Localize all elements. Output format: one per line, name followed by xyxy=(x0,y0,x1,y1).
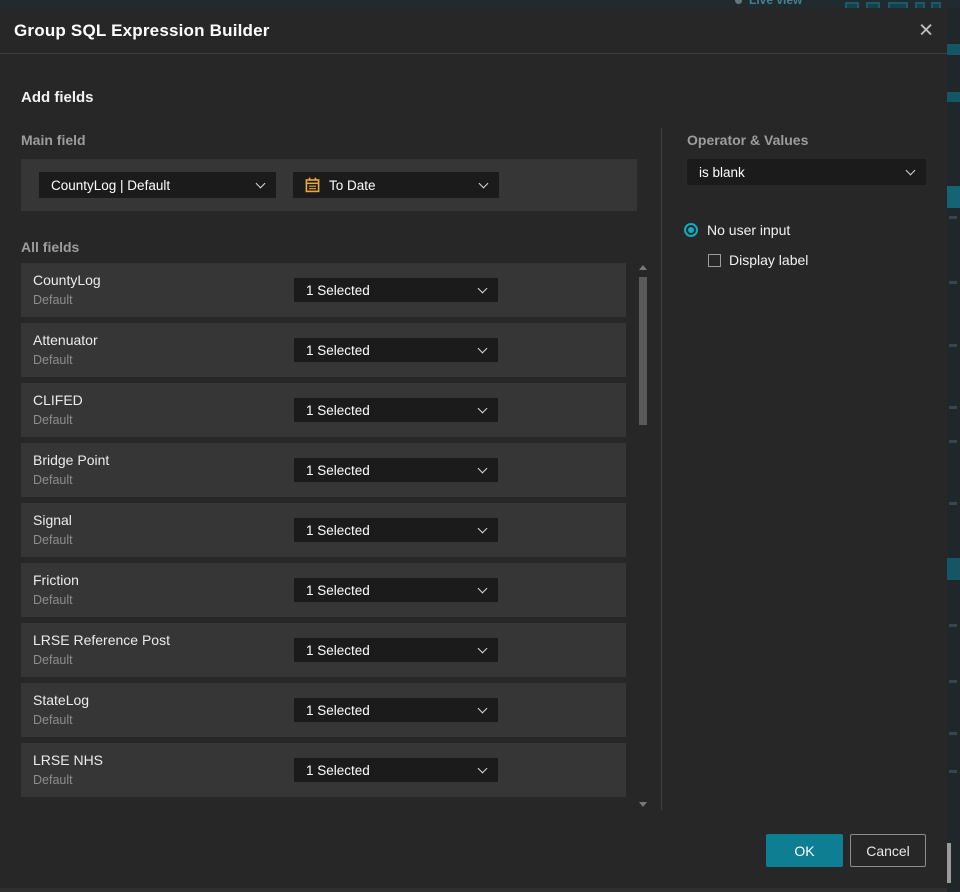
field-subtitle: Default xyxy=(33,593,73,607)
dialog-titlebar: Group SQL Expression Builder ✕ xyxy=(0,8,947,54)
chevron-down-icon xyxy=(255,178,266,188)
field-name: Friction xyxy=(33,572,79,588)
scrollbar-up-arrow-icon[interactable] xyxy=(639,265,647,270)
field-subtitle: Default xyxy=(33,473,73,487)
field-name: LRSE NHS xyxy=(33,752,104,768)
calendar-icon xyxy=(305,177,320,193)
live-view-dot-icon xyxy=(735,0,742,4)
all-fields-list: CountyLog Default 1 Selected Attenuator … xyxy=(21,263,626,797)
field-subtitle: Default xyxy=(33,653,73,667)
field-name: Attenuator xyxy=(33,332,98,348)
field-selection-value: 1 Selected xyxy=(306,702,370,718)
chevron-down-icon xyxy=(477,523,488,533)
field-row: CLIFED Default 1 Selected xyxy=(21,383,626,437)
chevron-down-icon xyxy=(477,763,488,773)
field-selection-dropdown[interactable]: 1 Selected xyxy=(294,338,498,362)
scrollbar-thumb[interactable] xyxy=(639,277,647,425)
live-view-indicator: Live view xyxy=(735,0,802,7)
field-row: Signal Default 1 Selected xyxy=(21,503,626,557)
field-selection-dropdown[interactable]: 1 Selected xyxy=(294,278,498,302)
field-selection-value: 1 Selected xyxy=(306,462,370,478)
field-subtitle: Default xyxy=(33,413,73,427)
main-field-dropdown-value: CountyLog | Default xyxy=(51,177,171,193)
group-sql-expression-builder-dialog: Group SQL Expression Builder ✕ Add field… xyxy=(0,8,947,892)
scrollbar-down-arrow-icon[interactable] xyxy=(639,802,647,807)
background-fragment xyxy=(947,44,960,55)
field-name: CLIFED xyxy=(33,392,83,408)
live-view-label: Live view xyxy=(749,0,803,7)
no-user-input-radio[interactable]: No user input xyxy=(684,222,790,238)
main-field-dropdown[interactable]: CountyLog | Default xyxy=(39,172,276,198)
chevron-down-icon xyxy=(905,165,916,175)
checkbox-unchecked-icon xyxy=(708,253,721,267)
field-row: LRSE Reference Post Default 1 Selected xyxy=(21,623,626,677)
panel-divider xyxy=(661,128,662,810)
field-selection-dropdown[interactable]: 1 Selected xyxy=(294,458,498,482)
field-selection-value: 1 Selected xyxy=(306,522,370,538)
field-selection-value: 1 Selected xyxy=(306,282,370,298)
field-selection-dropdown[interactable]: 1 Selected xyxy=(294,578,498,602)
fields-list-scrollbar[interactable] xyxy=(637,263,649,809)
field-selection-value: 1 Selected xyxy=(306,642,370,658)
radio-selected-icon xyxy=(684,223,698,237)
no-user-input-label: No user input xyxy=(707,222,791,238)
screen: Live view Group SQL Expression Builder ✕… xyxy=(0,0,960,892)
chevron-down-icon xyxy=(477,703,488,713)
background-fragment xyxy=(947,92,960,102)
ok-button[interactable]: OK xyxy=(766,834,843,867)
operator-values-label: Operator & Values xyxy=(687,132,809,148)
operator-dropdown[interactable]: is blank xyxy=(687,159,926,185)
all-fields-label: All fields xyxy=(21,239,80,255)
field-row: Bridge Point Default 1 Selected xyxy=(21,443,626,497)
section-title-add-fields: Add fields xyxy=(21,89,94,106)
chevron-down-icon xyxy=(478,178,489,188)
cancel-button[interactable]: Cancel xyxy=(850,834,926,867)
field-subtitle: Default xyxy=(33,533,73,547)
field-name: StateLog xyxy=(33,692,90,708)
background-app-right-strip xyxy=(947,8,960,892)
display-label-checkbox[interactable]: Display label xyxy=(708,252,808,268)
field-name: Signal xyxy=(33,512,72,528)
field-row: StateLog Default 1 Selected xyxy=(21,683,626,737)
field-selection-dropdown[interactable]: 1 Selected xyxy=(294,638,498,662)
field-name: CountyLog xyxy=(33,272,101,288)
field-selection-dropdown[interactable]: 1 Selected xyxy=(294,398,498,422)
field-selection-value: 1 Selected xyxy=(306,342,370,358)
background-fragment xyxy=(947,558,960,580)
close-icon[interactable]: ✕ xyxy=(918,21,934,40)
field-row: LRSE NHS Default 1 Selected xyxy=(21,743,626,797)
background-app-top-strip: Live view xyxy=(0,0,960,8)
field-selection-value: 1 Selected xyxy=(306,762,370,778)
operator-dropdown-value: is blank xyxy=(699,164,745,180)
chevron-down-icon xyxy=(477,643,488,653)
dialog-bottom-edge xyxy=(0,888,947,892)
field-selection-value: 1 Selected xyxy=(306,402,370,418)
chevron-down-icon xyxy=(477,403,488,413)
field-subtitle: Default xyxy=(33,713,73,727)
field-type-dropdown-value: To Date xyxy=(329,177,376,193)
field-row: CountyLog Default 1 Selected xyxy=(21,263,626,317)
field-type-dropdown[interactable]: To Date xyxy=(293,172,499,198)
field-row: Attenuator Default 1 Selected xyxy=(21,323,626,377)
field-subtitle: Default xyxy=(33,293,73,307)
chevron-down-icon xyxy=(477,283,488,293)
field-row: Friction Default 1 Selected xyxy=(21,563,626,617)
background-fragment xyxy=(947,186,960,208)
display-label-text: Display label xyxy=(729,252,809,268)
chevron-down-icon xyxy=(477,343,488,353)
main-field-panel: CountyLog | Default To Date xyxy=(21,159,637,211)
field-subtitle: Default xyxy=(33,353,73,367)
field-selection-dropdown[interactable]: 1 Selected xyxy=(294,518,498,542)
field-selection-dropdown[interactable]: 1 Selected xyxy=(294,758,498,782)
field-name: Bridge Point xyxy=(33,452,110,468)
main-field-label: Main field xyxy=(21,132,86,148)
dialog-title: Group SQL Expression Builder xyxy=(14,20,270,40)
field-selection-value: 1 Selected xyxy=(306,582,370,598)
chevron-down-icon xyxy=(477,463,488,473)
field-selection-dropdown[interactable]: 1 Selected xyxy=(294,698,498,722)
chevron-down-icon xyxy=(477,583,488,593)
background-scrollbar-fragment xyxy=(947,843,951,883)
field-subtitle: Default xyxy=(33,773,73,787)
field-name: LRSE Reference Post xyxy=(33,632,170,648)
